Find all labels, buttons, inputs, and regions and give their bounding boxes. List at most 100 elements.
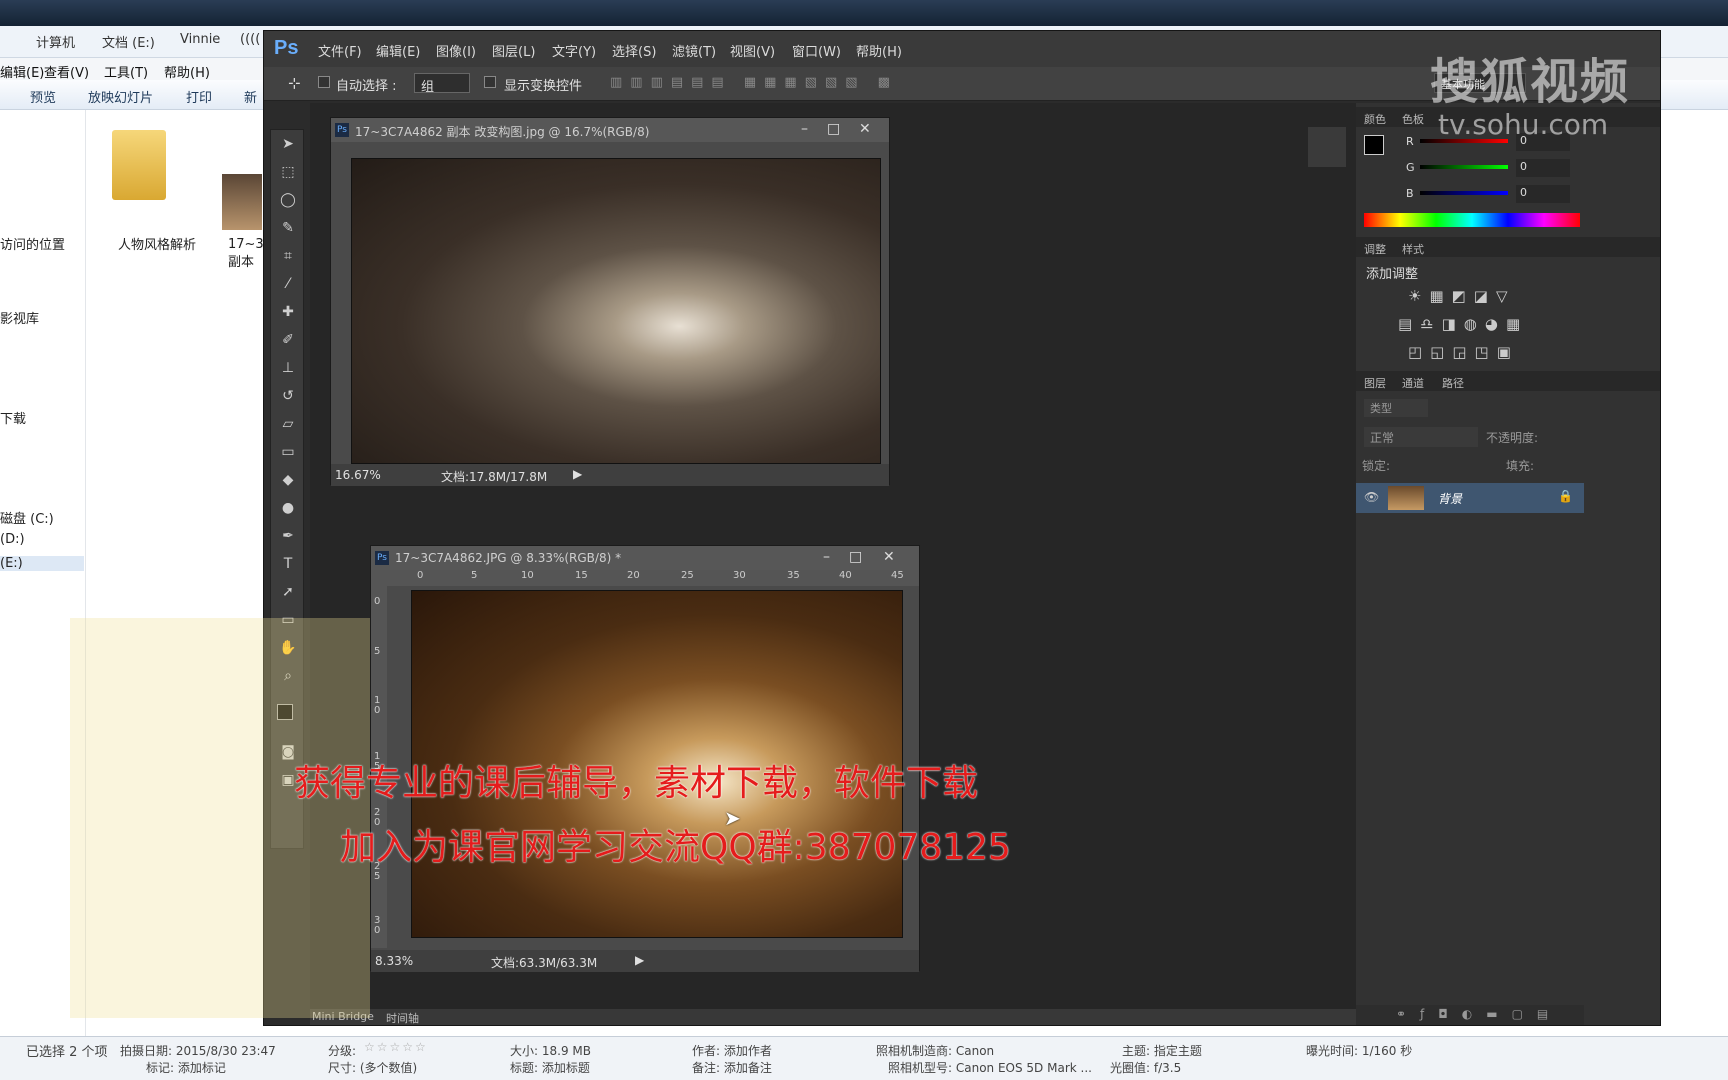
layer-name[interactable]: 背景: [1438, 490, 1462, 507]
document-title-bar[interactable]: Ps 17~3C7A4862 副本 改变构图.jpg @ 16.7%(RGB/8…: [331, 118, 889, 142]
menu-edit[interactable]: 编辑(E): [376, 41, 420, 60]
menu-view[interactable]: 查看(V): [44, 62, 89, 81]
maximize-icon[interactable]: □: [849, 549, 862, 565]
green-slider[interactable]: [1420, 165, 1508, 169]
quick-select-tool-icon[interactable]: ✎: [278, 218, 298, 238]
visibility-eye-icon[interactable]: 👁: [1364, 490, 1379, 504]
comment-field[interactable]: 备注: 添加备注: [692, 1059, 772, 1076]
channel-label-r: R: [1406, 135, 1414, 148]
breadcrumb-item[interactable]: ((((: [240, 32, 260, 47]
foreground-color-swatch[interactable]: [1364, 135, 1384, 155]
menu-file[interactable]: 文件(F): [318, 41, 362, 60]
title-field[interactable]: 标题: 添加标题: [510, 1059, 590, 1076]
show-transform-checkbox[interactable]: [484, 76, 496, 88]
new-folder-button[interactable]: 新: [244, 87, 257, 106]
menu-tools[interactable]: 工具(T): [104, 62, 148, 81]
preview-button[interactable]: 预览: [30, 87, 56, 106]
history-brush-tool-icon[interactable]: ↺: [278, 386, 298, 406]
minimize-icon[interactable]: –: [823, 549, 830, 565]
move-tool-icon[interactable]: ⊹: [288, 74, 301, 92]
breadcrumb-item[interactable]: 文档 (E:): [102, 32, 155, 51]
layer-row[interactable]: 👁 背景 🔒: [1356, 483, 1584, 513]
green-value[interactable]: 0: [1516, 159, 1570, 177]
tab-layers[interactable]: 图层: [1364, 375, 1386, 391]
adjustment-icons-row2[interactable]: ▤♎◨◍◕▦: [1398, 315, 1528, 333]
gradient-tool-icon[interactable]: ▭: [278, 442, 298, 462]
marquee-tool-icon[interactable]: ⬚: [278, 162, 298, 182]
menu-edit[interactable]: 编辑(E): [0, 62, 44, 81]
play-arrow-icon[interactable]: ▶: [573, 467, 582, 481]
tab-styles[interactable]: 样式: [1402, 241, 1424, 257]
auto-select-dropdown[interactable]: 组: [414, 73, 470, 95]
menu-filter[interactable]: 滤镜(T): [672, 41, 716, 60]
menu-window[interactable]: 窗口(W): [792, 41, 841, 60]
adjustment-icons-row3[interactable]: ◰◱◲◳▣: [1408, 343, 1519, 361]
close-icon[interactable]: ✕: [883, 549, 895, 565]
file-name[interactable]: 人物风格解析: [118, 234, 196, 253]
breadcrumb-item[interactable]: 计算机: [36, 32, 75, 51]
tab-adjustments[interactable]: 调整: [1364, 241, 1386, 257]
tab-channels[interactable]: 通道: [1402, 375, 1424, 391]
zoom-level[interactable]: 16.67%: [335, 468, 381, 482]
menu-help[interactable]: 帮助(H): [164, 62, 210, 81]
menu-help[interactable]: 帮助(H): [856, 41, 902, 60]
history-panel-icon[interactable]: [1308, 127, 1346, 167]
blur-tool-icon[interactable]: ◆: [278, 470, 298, 490]
desktop-taskbar: [0, 0, 1728, 26]
tags-field[interactable]: 标记: 添加标记: [146, 1059, 226, 1076]
play-arrow-icon[interactable]: ▶: [635, 953, 644, 967]
color-spectrum[interactable]: [1364, 213, 1580, 227]
auto-select-checkbox[interactable]: [318, 76, 330, 88]
folder-icon[interactable]: [112, 130, 166, 200]
zoom-level[interactable]: 8.33%: [375, 954, 413, 968]
rating-stars[interactable]: ☆☆☆☆☆: [364, 1040, 428, 1054]
author-field[interactable]: 作者: 添加作者: [692, 1042, 772, 1059]
blue-slider[interactable]: [1420, 191, 1508, 195]
nav-item-drive-e[interactable]: (E:): [0, 556, 84, 571]
slideshow-button[interactable]: 放映幻灯片: [88, 87, 153, 106]
tab-color[interactable]: 颜色: [1364, 111, 1386, 127]
tab-swatches[interactable]: 色板: [1402, 111, 1424, 127]
tab-paths[interactable]: 路径: [1442, 375, 1464, 391]
menu-select[interactable]: 选择(S): [612, 41, 656, 60]
menu-image[interactable]: 图像(I): [436, 41, 476, 60]
align-icons[interactable]: ▥▥▥▤▤▤ ▦▦▦▧▧▧ ▩: [610, 75, 898, 90]
image-thumbnail[interactable]: [222, 174, 262, 230]
healing-tool-icon[interactable]: ✚: [278, 302, 298, 322]
adjustment-icons-row1[interactable]: ☀▦◩◪▽: [1408, 287, 1516, 305]
path-select-tool-icon[interactable]: ➚: [278, 582, 298, 602]
layer-filter-dropdown[interactable]: 类型: [1364, 399, 1428, 417]
date-taken: 拍摄日期: 2015/8/30 23:47: [120, 1044, 276, 1058]
subject-field[interactable]: 主题: 指定主题: [1122, 1042, 1202, 1059]
lasso-tool-icon[interactable]: ◯: [278, 190, 298, 210]
blue-value[interactable]: 0: [1516, 185, 1570, 203]
nav-item-downloads[interactable]: 下载: [0, 408, 26, 427]
breadcrumb-item[interactable]: Vinnie: [180, 32, 220, 47]
file-name[interactable]: 17~3 副本: [228, 236, 264, 272]
dodge-tool-icon[interactable]: ●: [278, 498, 298, 518]
crop-tool-icon[interactable]: ⌗: [278, 246, 298, 266]
layer-actions-bar[interactable]: ⚭ƒ◘◐▬▢▤: [1356, 1005, 1584, 1025]
tab-timeline[interactable]: 时间轴: [386, 1010, 419, 1026]
brush-tool-icon[interactable]: ✐: [278, 330, 298, 350]
menu-view[interactable]: 视图(V): [730, 41, 775, 60]
menu-layer[interactable]: 图层(L): [492, 41, 535, 60]
type-tool-icon[interactable]: T: [278, 554, 298, 574]
nav-item-drive-d[interactable]: (D:): [0, 532, 25, 547]
maximize-icon[interactable]: □: [827, 121, 840, 137]
eraser-tool-icon[interactable]: ▱: [278, 414, 298, 434]
move-tool-icon[interactable]: ➤: [278, 134, 298, 154]
nav-item-recent[interactable]: 访问的位置: [0, 234, 65, 253]
document-window[interactable]: Ps 17~3C7A4862 副本 改变构图.jpg @ 16.7%(RGB/8…: [330, 117, 890, 486]
close-icon[interactable]: ✕: [859, 121, 871, 137]
nav-item-drive-c[interactable]: 磁盘 (C:): [0, 508, 54, 527]
pen-tool-icon[interactable]: ✒: [278, 526, 298, 546]
menu-type[interactable]: 文字(Y): [552, 41, 596, 60]
minimize-icon[interactable]: –: [801, 121, 808, 137]
eyedropper-tool-icon[interactable]: ⁄: [278, 274, 298, 294]
document-title-bar[interactable]: Ps 17~3C7A4862.JPG @ 8.33%(RGB/8) * – □ …: [371, 546, 919, 570]
blend-mode-dropdown[interactable]: 正常: [1364, 427, 1478, 447]
nav-item-videos[interactable]: 影视库: [0, 308, 39, 327]
stamp-tool-icon[interactable]: ⊥: [278, 358, 298, 378]
print-button[interactable]: 打印: [186, 87, 212, 106]
